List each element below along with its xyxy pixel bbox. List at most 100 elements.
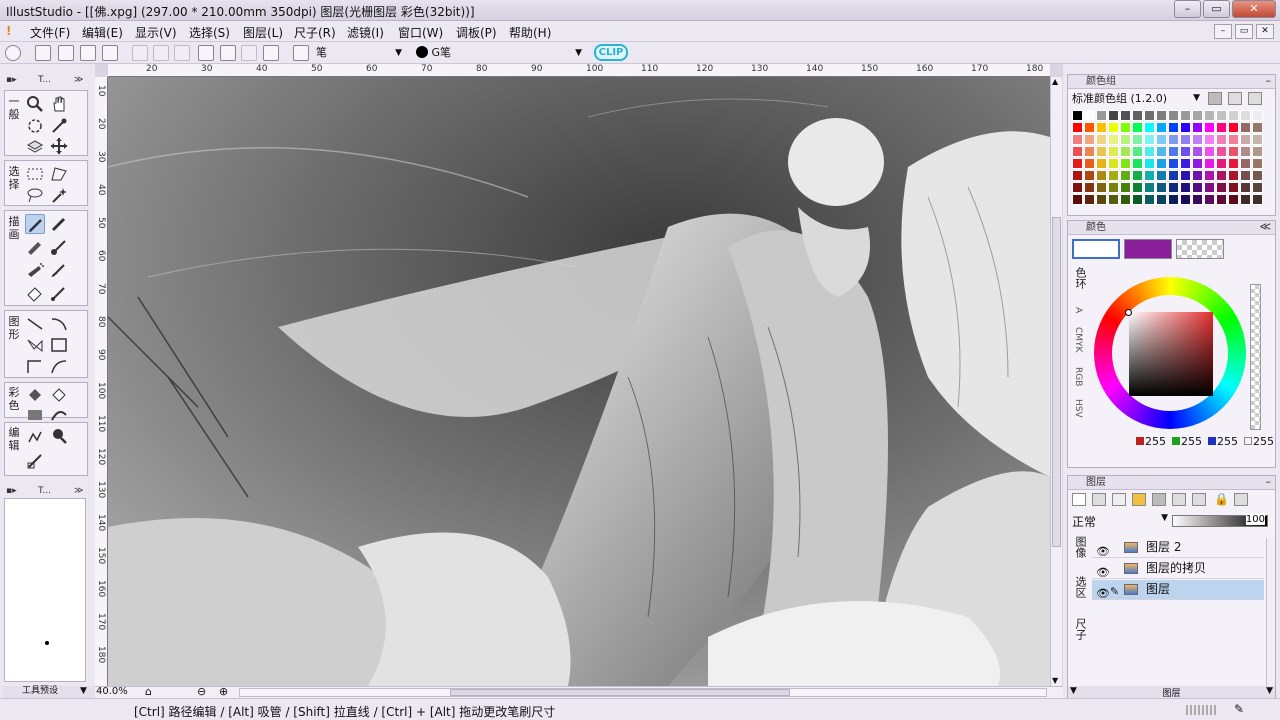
- color-swatch[interactable]: [1072, 122, 1083, 133]
- panel-collapse-icon[interactable]: –: [1266, 74, 1272, 87]
- color-swatch[interactable]: [1216, 146, 1227, 157]
- color-swatch[interactable]: [1144, 158, 1155, 169]
- color-swatch[interactable]: [1144, 110, 1155, 121]
- layer-property-icon[interactable]: [1192, 493, 1206, 506]
- color-swatch[interactable]: [1120, 146, 1131, 157]
- clip-logo[interactable]: CLIP: [594, 44, 628, 61]
- color-swatch[interactable]: [1072, 194, 1083, 205]
- hand-icon[interactable]: [49, 94, 69, 114]
- fill-icon[interactable]: [49, 385, 69, 405]
- color-swatch[interactable]: [1216, 134, 1227, 145]
- layer-scrollbar[interactable]: [1266, 538, 1275, 688]
- sub-color-swatch[interactable]: [1124, 239, 1172, 259]
- color-swatch[interactable]: [1120, 182, 1131, 193]
- doc-close-button[interactable]: ✕: [1256, 24, 1274, 39]
- color-swatch[interactable]: [1168, 170, 1179, 181]
- layer-row[interactable]: 👁 图层的拷贝: [1092, 559, 1264, 579]
- color-swatch[interactable]: [1228, 158, 1239, 169]
- color-swatch[interactable]: [1120, 158, 1131, 169]
- menu-help[interactable]: 帮助(H): [509, 24, 551, 41]
- menu-file[interactable]: 文件(F): [30, 24, 70, 41]
- menu-filter[interactable]: 滤镜(I): [347, 24, 384, 41]
- vertical-scroll-thumb[interactable]: [1052, 217, 1061, 547]
- eyedropper-icon[interactable]: [49, 116, 69, 136]
- app-icon[interactable]: !: [6, 24, 11, 38]
- color-swatch[interactable]: [1108, 158, 1119, 169]
- layer-move-icon[interactable]: [25, 136, 45, 156]
- color-swatch[interactable]: [1168, 194, 1179, 205]
- color-swatch[interactable]: [1240, 158, 1251, 169]
- tab-hsv[interactable]: HSV: [1073, 399, 1083, 418]
- gradient-map-icon[interactable]: [49, 405, 69, 421]
- rectangle-icon[interactable]: [49, 335, 69, 355]
- color-swatch[interactable]: [1168, 158, 1179, 169]
- zoom-level[interactable]: 40.0%: [96, 686, 128, 697]
- correction-pen-icon[interactable]: [49, 283, 69, 303]
- color-swatch[interactable]: [1072, 170, 1083, 181]
- color-swatch[interactable]: [1144, 170, 1155, 181]
- new-file-icon[interactable]: [35, 45, 51, 61]
- color-swatches[interactable]: [1072, 110, 1268, 218]
- color-swatch[interactable]: [1216, 182, 1227, 193]
- save-as-icon[interactable]: [102, 45, 118, 61]
- color-swatch[interactable]: [1180, 170, 1191, 181]
- color-swatch[interactable]: [1120, 170, 1131, 181]
- new-tone-layer-icon[interactable]: [1112, 493, 1126, 506]
- scroll-down-icon[interactable]: ▼: [1052, 676, 1062, 686]
- colorset-add-icon[interactable]: [1208, 92, 1222, 105]
- color-swatch[interactable]: [1132, 122, 1143, 133]
- color-swatch[interactable]: [1240, 182, 1251, 193]
- text-icon[interactable]: [25, 426, 45, 446]
- panel-collapse-icon[interactable]: ≪: [1259, 220, 1271, 233]
- delete-layer-icon[interactable]: [1152, 493, 1166, 506]
- color-swatch[interactable]: [1144, 182, 1155, 193]
- color-swatch[interactable]: [1132, 158, 1143, 169]
- redo-icon[interactable]: [241, 45, 257, 61]
- opacity-bar[interactable]: 100: [1172, 514, 1268, 527]
- brush-preset-combo[interactable]: G笔 ▼: [416, 45, 582, 62]
- color-swatch[interactable]: [1120, 110, 1131, 121]
- color-picker-handle[interactable]: [1125, 309, 1132, 316]
- tab-image[interactable]: 图像: [1072, 536, 1088, 558]
- color-swatch[interactable]: [1084, 194, 1095, 205]
- color-swatch[interactable]: [1072, 158, 1083, 169]
- color-swatch[interactable]: [1156, 110, 1167, 121]
- color-swatch[interactable]: [1180, 182, 1191, 193]
- color-swatch[interactable]: [1084, 122, 1095, 133]
- clipping-icon[interactable]: [1234, 493, 1248, 506]
- color-swatch[interactable]: [1192, 134, 1203, 145]
- eye-icon[interactable]: 👁: [1096, 584, 1110, 603]
- zoom-out-icon[interactable]: ⊖: [197, 685, 206, 698]
- color-swatch[interactable]: [1240, 122, 1251, 133]
- color-swatch[interactable]: [1252, 134, 1263, 145]
- gradient-icon[interactable]: [25, 405, 45, 420]
- blend-icon[interactable]: [49, 260, 69, 280]
- color-swatch[interactable]: [1180, 194, 1191, 205]
- colorset-delete-icon[interactable]: [1248, 92, 1262, 105]
- open-folder-icon[interactable]: [58, 45, 74, 61]
- color-swatch[interactable]: [1228, 146, 1239, 157]
- menu-select[interactable]: 选择(S): [189, 24, 230, 41]
- color-swatch[interactable]: [1192, 158, 1203, 169]
- magic-wand-icon[interactable]: [49, 185, 69, 205]
- close-button[interactable]: ✕: [1232, 0, 1276, 18]
- color-swatch[interactable]: [1144, 134, 1155, 145]
- undo-icon[interactable]: [220, 45, 236, 61]
- rotate-view-icon[interactable]: ⌂: [145, 685, 152, 698]
- color-swatch[interactable]: [1096, 158, 1107, 169]
- color-swatch[interactable]: [1096, 146, 1107, 157]
- pencil-icon[interactable]: [49, 214, 69, 234]
- color-swatch[interactable]: [1072, 110, 1083, 121]
- color-swatch[interactable]: [1084, 158, 1095, 169]
- color-swatch[interactable]: [1252, 110, 1263, 121]
- color-swatch[interactable]: [1204, 110, 1215, 121]
- color-swatch[interactable]: [1252, 122, 1263, 133]
- color-swatch[interactable]: [1192, 182, 1203, 193]
- color-swatch[interactable]: [1216, 158, 1227, 169]
- gear-icon[interactable]: [5, 45, 21, 61]
- color-swatch[interactable]: [1168, 182, 1179, 193]
- paste-icon[interactable]: [174, 45, 190, 61]
- collapse-icon[interactable]: ≫: [74, 75, 83, 85]
- color-swatch[interactable]: [1096, 122, 1107, 133]
- new-folder-icon[interactable]: [1132, 493, 1146, 506]
